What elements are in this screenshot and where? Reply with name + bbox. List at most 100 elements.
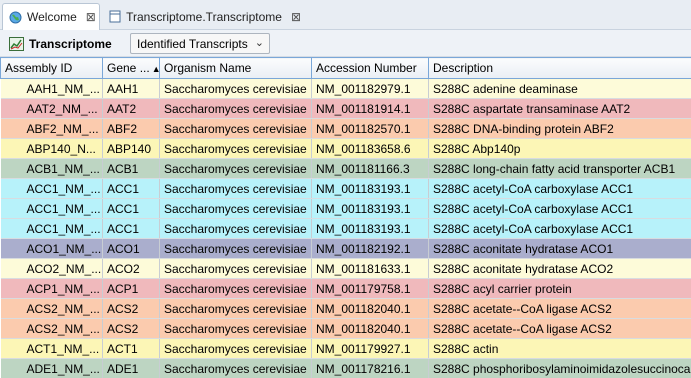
cell-description: S288C aspartate transaminase AAT2 <box>428 98 691 119</box>
cell-assembly-id: AAH1_NM_... <box>0 78 103 99</box>
cell-organism-name: Saccharomyces cerevisiae <box>159 338 312 359</box>
cell-accession-number: NM_001179927.1 <box>311 338 429 359</box>
cell-gene: ADE1 <box>102 358 160 378</box>
cell-assembly-id: ACO1_NM_... <box>0 238 103 259</box>
cell-gene: ACC1 <box>102 218 160 239</box>
cell-description: S288C acetyl-CoA carboxylase ACC1 <box>428 218 691 239</box>
column-header-accession-number[interactable]: Accession Number <box>311 57 429 79</box>
cell-assembly-id: ACC1_NM_... <box>0 218 103 239</box>
cell-organism-name: Saccharomyces cerevisiae <box>159 78 312 99</box>
column-header-gene[interactable]: Gene ...▲ <box>102 57 160 79</box>
cell-accession-number: NM_001181914.1 <box>311 98 429 119</box>
cell-assembly-id: ACP1_NM_... <box>0 278 103 299</box>
close-icon[interactable]: ⊠ <box>291 11 301 23</box>
cell-assembly-id: ACS2_NM_... <box>0 318 103 339</box>
cell-organism-name: Saccharomyces cerevisiae <box>159 158 312 179</box>
cell-description: S288C acetate--CoA ligase ACS2 <box>428 318 691 339</box>
cell-gene: ACO2 <box>102 258 160 279</box>
view-toolbar: Transcriptome Identified Transcripts ⌄ <box>0 30 691 57</box>
cell-accession-number: NM_001183193.1 <box>311 178 429 199</box>
cell-accession-number: NM_001182570.1 <box>311 118 429 139</box>
table-row[interactable]: ACS2_NM_... ACS2 Saccharomyces cerevisiae N… <box>0 298 691 319</box>
cell-gene: ACS2 <box>102 318 160 339</box>
chart-icon <box>9 36 24 51</box>
table-row[interactable]: ACO1_NM_... ACO1 Saccharomyces cerevisiae N… <box>0 238 691 259</box>
view-title: Transcriptome <box>9 34 112 53</box>
cell-description: S288C Abp140p <box>428 138 691 159</box>
cell-accession-number: NM_001181633.1 <box>311 258 429 279</box>
close-icon[interactable]: ⊠ <box>86 11 96 23</box>
cell-organism-name: Saccharomyces cerevisiae <box>159 138 312 159</box>
cell-assembly-id: ADE1_NM_... <box>0 358 103 378</box>
table-row[interactable]: AAH1_NM_... AAH1 Saccharomyces cerevisiae N… <box>0 78 691 99</box>
cell-assembly-id: ACB1_NM_... <box>0 158 103 179</box>
cell-accession-number: NM_001182192.1 <box>311 238 429 259</box>
cell-description: S288C acetyl-CoA carboxylase ACC1 <box>428 178 691 199</box>
cell-gene: ACT1 <box>102 338 160 359</box>
table-row[interactable]: ACS2_NM_... ACS2 Saccharomyces cerevisiae N… <box>0 318 691 339</box>
cell-gene: AAH1 <box>102 78 160 99</box>
column-header-assembly-id[interactable]: Assembly ID <box>0 57 103 79</box>
cell-gene: ABF2 <box>102 118 160 139</box>
table-row[interactable]: ACC1_NM_... ACC1 Saccharomyces cerevisiae N… <box>0 178 691 199</box>
table-header: Assembly ID Gene ...▲ Organism Name Acce… <box>0 57 691 79</box>
cell-assembly-id: AAT2_NM_... <box>0 98 103 119</box>
cell-accession-number: NM_001178216.1 <box>311 358 429 378</box>
cell-accession-number: NM_001182040.1 <box>311 318 429 339</box>
cell-gene: ACS2 <box>102 298 160 319</box>
table-row[interactable]: AAT2_NM_... AAT2 Saccharomyces cerevisiae N… <box>0 98 691 119</box>
cell-assembly-id: ACO2_NM_... <box>0 258 103 279</box>
table-row[interactable]: ACC1_NM_... ACC1 Saccharomyces cerevisiae N… <box>0 218 691 239</box>
chevron-down-icon: ⌄ <box>254 37 264 49</box>
cell-organism-name: Saccharomyces cerevisiae <box>159 318 312 339</box>
table-row[interactable]: ADE1_NM_... ADE1 Saccharomyces cerevisiae N… <box>0 358 691 378</box>
cell-description: S288C phosphoribosylaminoimidazolesuccin… <box>428 358 691 378</box>
tab-transcriptome[interactable]: Transcriptome.Transcriptome ⊠ <box>102 3 307 30</box>
view-select-dropdown[interactable]: Identified Transcripts ⌄ <box>130 33 270 54</box>
cell-assembly-id: ABP140_N... <box>0 138 103 159</box>
cell-organism-name: Saccharomyces cerevisiae <box>159 218 312 239</box>
cell-accession-number: NM_001179758.1 <box>311 278 429 299</box>
cell-gene: AAT2 <box>102 98 160 119</box>
cell-organism-name: Saccharomyces cerevisiae <box>159 358 312 378</box>
transcript-table: Assembly ID Gene ...▲ Organism Name Acce… <box>0 57 691 378</box>
cell-organism-name: Saccharomyces cerevisiae <box>159 178 312 199</box>
table-row[interactable]: ACT1_NM_... ACT1 Saccharomyces cerevisiae N… <box>0 338 691 359</box>
view-select-value: Identified Transcripts <box>137 36 248 51</box>
editor-tab-bar: Welcome ⊠ Transcriptome.Transcriptome ⊠ <box>0 0 691 30</box>
cell-description: S288C acyl carrier protein <box>428 278 691 299</box>
cell-organism-name: Saccharomyces cerevisiae <box>159 118 312 139</box>
cell-description: S288C long-chain fatty acid transporter … <box>428 158 691 179</box>
cell-accession-number: NM_001182040.1 <box>311 298 429 319</box>
cell-description: S288C aconitate hydratase ACO1 <box>428 238 691 259</box>
cell-assembly-id: ACT1_NM_... <box>0 338 103 359</box>
table-row[interactable]: ACP1_NM_... ACP1 Saccharomyces cerevisiae N… <box>0 278 691 299</box>
cell-gene: ACB1 <box>102 158 160 179</box>
cell-accession-number: NM_001183658.6 <box>311 138 429 159</box>
tab-label: Welcome <box>27 10 77 24</box>
table-row[interactable]: ACB1_NM_... ACB1 Saccharomyces cerevisiae N… <box>0 158 691 179</box>
table-row[interactable]: ABP140_N... ABP140 Saccharomyces cerevisia… <box>0 138 691 159</box>
column-header-description[interactable]: Description <box>428 57 691 79</box>
column-header-organism-name[interactable]: Organism Name <box>159 57 312 79</box>
table-row[interactable]: ACO2_NM_... ACO2 Saccharomyces cerevisiae N… <box>0 258 691 279</box>
cell-organism-name: Saccharomyces cerevisiae <box>159 238 312 259</box>
cell-assembly-id: ABF2_NM_... <box>0 118 103 139</box>
cell-accession-number: NM_001183193.1 <box>311 218 429 239</box>
cell-description: S288C actin <box>428 338 691 359</box>
cell-description: S288C acetyl-CoA carboxylase ACC1 <box>428 198 691 219</box>
tab-welcome[interactable]: Welcome ⊠ <box>2 3 100 30</box>
cell-accession-number: NM_001182979.1 <box>311 78 429 99</box>
cell-gene: ABP140 <box>102 138 160 159</box>
tab-label: Transcriptome.Transcriptome <box>126 9 282 24</box>
cell-accession-number: NM_001183193.1 <box>311 198 429 219</box>
table-row[interactable]: ABF2_NM_... ABF2 Saccharomyces cerevisiae N… <box>0 118 691 139</box>
cell-organism-name: Saccharomyces cerevisiae <box>159 278 312 299</box>
cell-organism-name: Saccharomyces cerevisiae <box>159 98 312 119</box>
cell-gene: ACP1 <box>102 278 160 299</box>
cell-assembly-id: ACS2_NM_... <box>0 298 103 319</box>
cell-description: S288C adenine deaminase <box>428 78 691 99</box>
table-row[interactable]: ACC1_NM_... ACC1 Saccharomyces cerevisiae N… <box>0 198 691 219</box>
sort-ascending-icon: ▲ <box>152 64 159 74</box>
cell-description: S288C DNA-binding protein ABF2 <box>428 118 691 139</box>
